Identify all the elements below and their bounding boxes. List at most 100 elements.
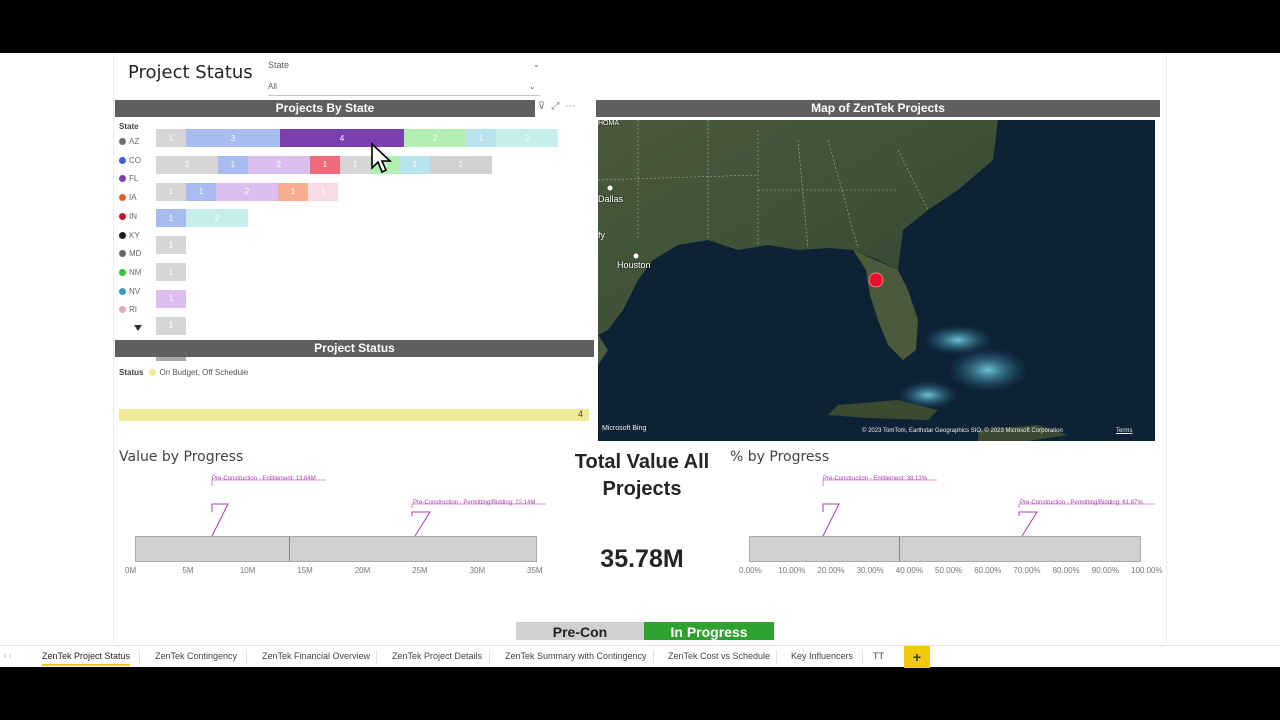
bar-segment[interactable]: 1	[156, 263, 186, 281]
axis-tick-label: 30M	[469, 566, 486, 575]
status-legend-label: Status	[119, 368, 144, 377]
map-label-oklahoma: HOMA	[598, 120, 619, 127]
project-map[interactable]: HOMA Dallas Houston fy Microsoft Bing © …	[598, 120, 1155, 441]
legend-label: KY	[129, 230, 140, 240]
bar-segment[interactable]: 1	[186, 182, 216, 201]
bar-segment[interactable]: 1	[218, 155, 248, 174]
bar-segment[interactable]: 2	[248, 155, 310, 174]
axis-tick-label: 50.00%	[935, 566, 963, 575]
tab-zentek-summary-with-contingency[interactable]: ZenTek Summary with Contingency	[505, 651, 647, 661]
bar-segment[interactable]: 2	[404, 129, 466, 147]
total-value-amount: 35.78M	[600, 545, 684, 573]
legend-item-md[interactable]: MD	[119, 249, 141, 258]
bar-segment[interactable]: 2	[216, 182, 278, 201]
bar-row: 1	[156, 236, 186, 255]
bar-segment[interactable]: 2	[186, 209, 248, 228]
state-slicer-dropdown[interactable]: All	[268, 82, 540, 96]
legend-label: RI	[129, 305, 137, 315]
value-progress-marker	[289, 537, 291, 561]
legend-dot	[119, 156, 126, 164]
status-bar[interactable]	[119, 409, 589, 421]
state-legend-title: State	[119, 122, 139, 131]
axis-tick-label: 70.00%	[1013, 566, 1041, 575]
legend-dot	[119, 194, 126, 202]
legend-item-nv[interactable]: NV	[119, 287, 140, 296]
tab-zentek-project-status[interactable]: ZenTek Project Status	[42, 651, 131, 666]
visual-header-icons: ⊽ ⤢ ⋯	[538, 101, 581, 112]
legend-label: IA	[129, 193, 137, 203]
pct-progress-bar[interactable]	[749, 536, 1141, 562]
legend-item-ia[interactable]: IA	[119, 193, 137, 202]
bar-segment[interactable]: 1	[156, 182, 186, 201]
axis-tick-label: 20.00%	[817, 566, 845, 575]
chevron-down-icon[interactable]: ⌄	[533, 60, 540, 69]
more-options-icon[interactable]: ⋯	[565, 101, 575, 112]
legend-dot	[119, 306, 126, 314]
bar-segment[interactable]: 1	[400, 155, 430, 174]
tab-zentek-project-details[interactable]: ZenTek Project Details	[392, 651, 482, 661]
status-legend: Status On Budget, Off Schedule	[119, 368, 248, 377]
legend-item-nm[interactable]: NM	[119, 268, 141, 277]
legend-label: AZ	[129, 137, 140, 146]
bar-segment[interactable]: 1	[156, 129, 186, 147]
map-terms-link[interactable]: Terms	[1116, 428, 1132, 434]
project-status-header: Project Status	[115, 340, 594, 357]
axis-tick-label: 20M	[354, 566, 371, 575]
map-header: Map of ZenTek Projects	[596, 100, 1160, 117]
status-legend-dot	[149, 369, 157, 376]
pct-annotation-entitlement: Pre-Construction - Entitlement: 38.13%	[823, 476, 928, 482]
bar-segment[interactable]: 1	[308, 182, 338, 201]
tab-scroll-arrows-icon[interactable]: ‹ ›	[4, 651, 12, 660]
tab-zentek-cost-vs-schedule[interactable]: ZenTek Cost vs Schedule	[668, 651, 770, 661]
tab-tt[interactable]: TT	[873, 651, 884, 661]
map-label-fragment: fy	[598, 230, 606, 240]
legend-item-fl[interactable]: FL	[119, 174, 138, 183]
legend-dot	[119, 138, 126, 145]
legend-item-ky[interactable]: KY	[119, 231, 140, 240]
focus-mode-icon[interactable]: ⤢	[551, 101, 559, 112]
bar-segment[interactable]: 1	[156, 236, 186, 255]
legend-item-co[interactable]: CO	[119, 156, 141, 165]
bar-segment[interactable]: 1	[156, 289, 186, 308]
bar-segment[interactable]: 1	[340, 155, 370, 174]
precon-button[interactable]: Pre-Con	[516, 622, 644, 640]
axis-tick-label: 80.00%	[1052, 566, 1080, 575]
map-label-houston: Houston	[617, 260, 651, 270]
bar-segment[interactable]: 2	[430, 155, 492, 174]
legend-scroll-down-icon[interactable]	[134, 325, 142, 331]
filter-icon[interactable]: ⊽	[538, 101, 545, 112]
legend-dot	[119, 175, 126, 183]
bottom-letterbox	[0, 667, 1280, 720]
tab-key-influencers[interactable]: Key Influencers	[791, 651, 853, 661]
pct-annotation-leaders	[822, 479, 1155, 537]
bar-segment[interactable]: 3	[186, 129, 280, 147]
bar-segment[interactable]: 1	[156, 316, 186, 335]
bar-segment[interactable]: 1	[156, 209, 186, 228]
tab-zentek-contingency[interactable]: ZenTek Contingency	[155, 651, 237, 661]
value-progress-bar[interactable]	[135, 536, 537, 562]
state-slicer-label: State	[268, 60, 290, 70]
bar-segment[interactable]: 1	[310, 155, 340, 174]
axis-tick-label: 0.00%	[739, 566, 762, 575]
tab-zentek-financial-overview[interactable]: ZenTek Financial Overview	[262, 651, 370, 661]
in-progress-button[interactable]: In Progress	[644, 622, 774, 640]
legend-item-in[interactable]: IN	[119, 212, 137, 221]
mouse-cursor-icon	[371, 142, 392, 174]
axis-tick-label: 35M	[527, 566, 543, 575]
bar-row: 12	[156, 209, 248, 228]
status-bar-value: 4	[578, 409, 584, 419]
bar-segment[interactable]: 2	[496, 129, 558, 147]
bar-segment[interactable]: 1	[466, 129, 496, 147]
axis-tick-label: 60.00%	[974, 566, 1002, 575]
bar-row: 1	[156, 263, 186, 281]
value-annotation-permitting: Pre-Construction - Permitting/Bidding: 2…	[413, 500, 536, 506]
legend-item-az[interactable]: AZ	[119, 137, 139, 146]
legend-item-ri[interactable]: RI	[119, 305, 137, 314]
legend-dot	[119, 250, 126, 258]
add-page-button[interactable]: +	[904, 646, 930, 668]
bar-segment[interactable]: 2	[156, 155, 218, 174]
total-value-title: Total Value All Projects	[574, 451, 710, 500]
chevron-down-icon[interactable]: ⌄	[529, 82, 536, 91]
status-legend-item: On Budget, Off Schedule	[159, 368, 249, 377]
bar-segment[interactable]: 1	[278, 182, 308, 201]
